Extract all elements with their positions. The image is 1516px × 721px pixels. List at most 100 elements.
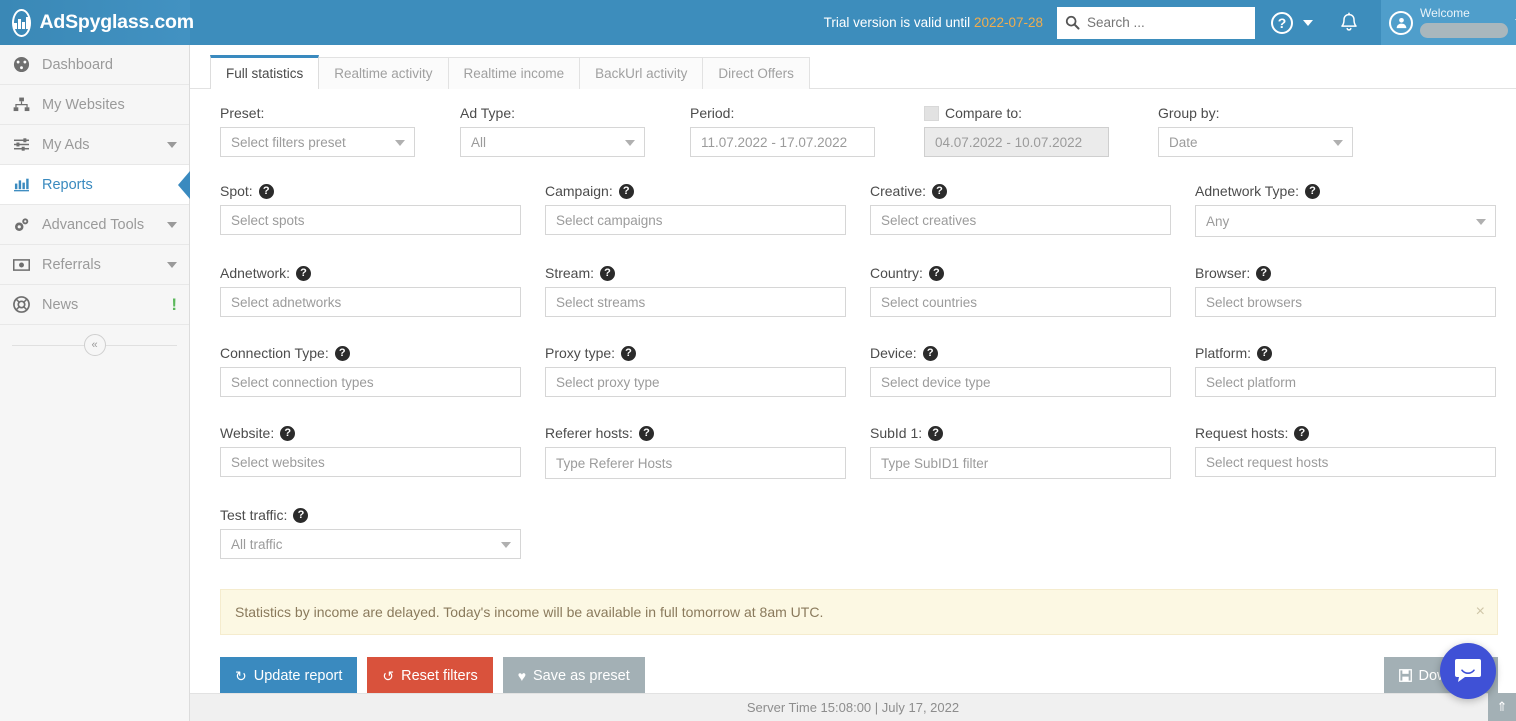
group-by-select[interactable]: Date: [1158, 127, 1353, 157]
income-delay-alert: Statistics by income are delayed. Today'…: [220, 589, 1498, 635]
sidebar-collapse-row: «: [0, 325, 189, 365]
question-mark-circle-icon[interactable]: ?: [280, 425, 296, 441]
creative-input[interactable]: Select creatives: [870, 205, 1171, 235]
chevron-down-icon[interactable]: [1303, 19, 1313, 26]
sidebar-item-my-ads[interactable]: My Ads: [0, 125, 189, 165]
report-tabs: Full statistics Realtime activity Realti…: [190, 45, 1516, 89]
compare-to-checkbox[interactable]: [924, 105, 939, 121]
website-input[interactable]: Select websites: [220, 447, 521, 477]
filter-label: SubId 1: ?: [870, 425, 1171, 441]
tab-full-statistics[interactable]: Full statistics: [210, 55, 320, 89]
country-placeholder: Select countries: [881, 294, 978, 310]
question-mark-circle-icon[interactable]: ?: [928, 265, 944, 281]
question-mark-circle-icon[interactable]: ?: [928, 425, 944, 441]
question-mark-circle-icon[interactable]: ?: [621, 345, 637, 361]
sidebar-item-news[interactable]: News !: [0, 285, 189, 325]
adnetwork-input[interactable]: Select adnetworks: [220, 287, 521, 317]
filter-label: Preset:: [220, 105, 415, 121]
tab-backurl-activity[interactable]: BackUrl activity: [579, 57, 704, 89]
sidebar: Dashboard My Websites My Ads Reports Adv…: [0, 45, 190, 721]
question-mark-circle-icon[interactable]: ?: [922, 345, 938, 361]
spot-input[interactable]: Select spots: [220, 205, 521, 235]
filter-label: Connection Type: ?: [220, 345, 521, 361]
chevron-double-left-icon[interactable]: «: [83, 334, 106, 356]
question-mark-circle-icon[interactable]: ?: [296, 265, 312, 281]
sidebar-item-label: Reports: [42, 176, 93, 193]
user-menu[interactable]: Welcome: [1381, 0, 1516, 45]
browser-input[interactable]: Select browsers: [1195, 287, 1496, 317]
ad-type-select[interactable]: All: [460, 127, 645, 157]
request-hosts-input[interactable]: Select request hosts: [1195, 447, 1496, 477]
tab-realtime-activity[interactable]: Realtime activity: [318, 57, 449, 89]
question-mark-circle-icon[interactable]: ?: [293, 507, 309, 523]
chevron-down-icon: [167, 261, 177, 268]
question-mark-circle-icon[interactable]: ?: [258, 183, 274, 199]
top-bar: AdSpyglass.com Trial version is valid un…: [0, 0, 1516, 45]
browser-placeholder: Select browsers: [1206, 294, 1303, 310]
filter-label: Spot: ?: [220, 183, 521, 199]
test-traffic-select[interactable]: All traffic: [220, 529, 521, 559]
question-mark-circle-icon[interactable]: ?: [1305, 183, 1321, 199]
filter-row-5: Website: ? Select websites Referer hosts…: [220, 425, 1498, 487]
update-report-button[interactable]: ↻ Update report: [220, 657, 358, 695]
filter-row-2: Spot: ? Select spots Campaign: ? Select …: [220, 183, 1498, 245]
brand-logo-link[interactable]: AdSpyglass.com: [0, 0, 194, 45]
device-input[interactable]: Select device type: [870, 367, 1171, 397]
chevron-double-up-icon[interactable]: ⇑: [1488, 693, 1516, 721]
sidebar-item-my-websites[interactable]: My Websites: [0, 85, 189, 125]
filter-label-text: Stream:: [545, 265, 595, 281]
filter-label: Browser: ?: [1195, 265, 1496, 281]
heart-icon: ♥: [517, 668, 527, 684]
platform-input[interactable]: Select platform: [1195, 367, 1496, 397]
filter-label-text: Request hosts:: [1195, 425, 1289, 441]
tab-direct-offers[interactable]: Direct Offers: [702, 57, 810, 89]
filter-label-text: Group by:: [1158, 105, 1220, 121]
adnetwork-placeholder: Select adnetworks: [231, 294, 342, 310]
question-mark-circle-icon[interactable]: ?: [1256, 265, 1272, 281]
question-mark-circle-icon[interactable]: ?: [638, 425, 654, 441]
footer: Server Time 15:08:00 | July 17, 2022 ⇑: [190, 693, 1516, 721]
stream-input[interactable]: Select streams: [545, 287, 846, 317]
question-mark-circle-icon[interactable]: ?: [1294, 425, 1310, 441]
chat-bubble-icon[interactable]: [1440, 643, 1496, 699]
adnetwork-type-value: Any: [1206, 213, 1230, 229]
connection-type-input[interactable]: Select connection types: [220, 367, 521, 397]
undo-icon: ↺: [382, 668, 395, 684]
reset-filters-button[interactable]: ↺ Reset filters: [367, 657, 493, 695]
search-box[interactable]: [1057, 6, 1255, 39]
filter-row-4: Connection Type: ? Select connection typ…: [220, 345, 1498, 405]
sidebar-item-advanced-tools[interactable]: Advanced Tools: [0, 205, 189, 245]
sidebar-item-dashboard[interactable]: Dashboard: [0, 45, 189, 85]
stream-placeholder: Select streams: [556, 294, 646, 310]
bell-icon[interactable]: [1339, 12, 1359, 34]
filter-label: Period:: [690, 105, 875, 121]
country-input[interactable]: Select countries: [870, 287, 1171, 317]
save-as-preset-button[interactable]: ♥ Save as preset: [502, 657, 645, 695]
filter-group-request-hosts: Request hosts: ? Select request hosts: [1195, 425, 1496, 487]
filter-label: Request hosts: ?: [1195, 425, 1496, 441]
close-icon[interactable]: ×: [1476, 604, 1485, 620]
question-mark-circle-icon[interactable]: ?: [618, 183, 634, 199]
adnetwork-type-select[interactable]: Any: [1195, 205, 1496, 237]
filter-group-creative: Creative: ? Select creatives: [870, 183, 1195, 245]
question-mark-circle-icon[interactable]: ?: [932, 183, 948, 199]
question-mark-circle-icon[interactable]: ?: [1257, 345, 1273, 361]
proxy-type-input[interactable]: Select proxy type: [545, 367, 846, 397]
filter-group-stream: Stream: ? Select streams: [545, 265, 870, 325]
subid-1-input[interactable]: Type SubID1 filter: [870, 447, 1171, 479]
campaign-input[interactable]: Select campaigns: [545, 205, 846, 235]
refresh-icon: ↻: [235, 668, 247, 684]
question-circle-icon[interactable]: ?: [1271, 11, 1293, 34]
filter-label: Device: ?: [870, 345, 1171, 361]
question-mark-circle-icon[interactable]: ?: [600, 265, 616, 281]
filter-label-text: Ad Type:: [460, 105, 516, 121]
question-mark-circle-icon[interactable]: ?: [334, 345, 350, 361]
sidebar-item-reports[interactable]: Reports: [0, 165, 190, 205]
period-input[interactable]: 11.07.2022 - 17.07.2022: [690, 127, 875, 157]
referer-hosts-input[interactable]: Type Referer Hosts: [545, 447, 846, 479]
preset-select[interactable]: Select filters preset: [220, 127, 415, 157]
sidebar-item-referrals[interactable]: Referrals: [0, 245, 189, 285]
filter-label-text: Country:: [870, 265, 923, 281]
tab-realtime-income[interactable]: Realtime income: [447, 57, 581, 89]
search-input[interactable]: [1087, 15, 1247, 30]
